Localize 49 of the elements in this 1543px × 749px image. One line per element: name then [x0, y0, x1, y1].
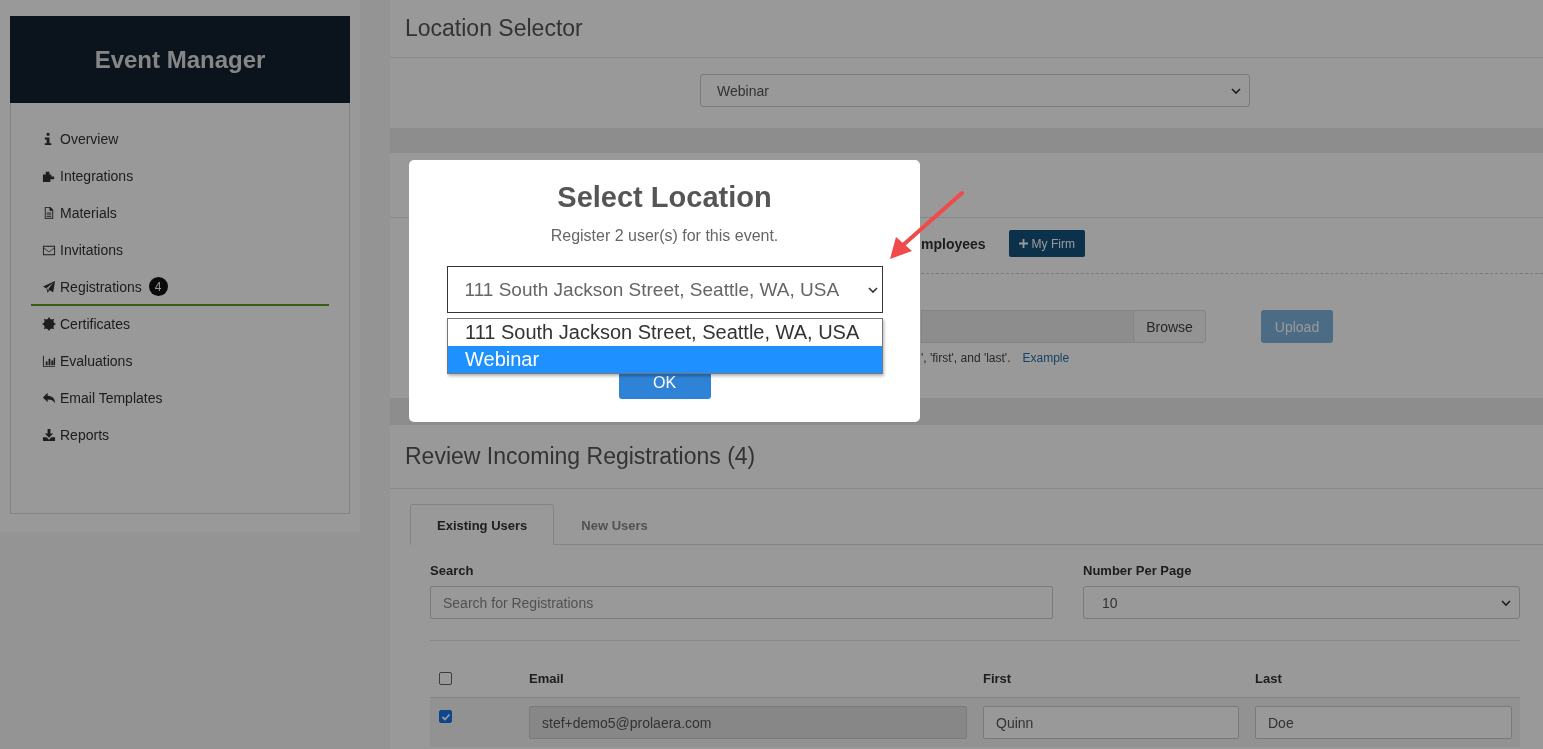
sidebar-item[interactable]: Integrations — [31, 158, 329, 195]
nav-icon — [42, 353, 56, 368]
select-all-checkbox[interactable] — [439, 671, 452, 685]
chevron-down-icon — [1231, 85, 1241, 96]
email-field[interactable]: stef+demo5@prolaera.com — [529, 706, 967, 739]
sidebar-item[interactable]: Email Templates — [31, 380, 329, 417]
modal-title: Select Location — [557, 181, 772, 214]
dropdown-option[interactable]: Webinar — [448, 346, 882, 373]
column-header: First — [983, 671, 1012, 686]
panel-title: Review Incoming Registrations (4) — [405, 443, 756, 470]
nav-icon — [42, 390, 56, 405]
per-page-select[interactable]: 10 — [1083, 586, 1520, 619]
column-header: Email — [529, 671, 564, 686]
app-title: Event Manager — [10, 16, 350, 103]
panel-title: Location Selector — [405, 15, 583, 42]
location-select[interactable]: Webinar — [700, 74, 1250, 107]
employees-label: mployees — [921, 235, 986, 252]
sidebar-item[interactable]: Registrations 4 — [31, 269, 329, 306]
tab[interactable]: Existing Users — [410, 504, 555, 545]
field-label: Number Per Page — [1083, 563, 1193, 578]
sidebar-item[interactable]: Evaluations — [31, 343, 329, 380]
sidebar-item[interactable]: Certificates — [31, 306, 329, 343]
nav-icon — [42, 279, 56, 294]
chevron-down-icon — [1501, 597, 1511, 608]
search-field[interactable]: Search for Registrations — [430, 586, 1053, 619]
dropdown-option[interactable]: 111 South Jackson Street, Seattle, WA, USA — [448, 319, 882, 346]
chevron-down-icon — [867, 284, 878, 295]
browse-button[interactable]: Browse — [1133, 310, 1206, 343]
row-checkbox[interactable] — [439, 710, 452, 723]
hint-text: ', 'first', and 'last'. — [921, 351, 1011, 365]
last-name-field[interactable]: Doe — [1255, 706, 1512, 739]
nav-icon — [42, 316, 56, 331]
field-label: Search — [430, 563, 475, 578]
check-icon — [440, 711, 451, 722]
modal-subtitle: Register 2 user(s) for this event. — [550, 227, 779, 245]
first-name-field[interactable]: Quinn — [983, 706, 1239, 739]
sidebar-item[interactable]: Reports — [31, 417, 329, 454]
location-select[interactable]: 111 South Jackson Street, Seattle, WA, USA — [446, 266, 883, 313]
nav-icon — [42, 427, 56, 442]
sidebar-item[interactable]: Invitations — [31, 232, 329, 269]
example-link[interactable]: Example — [1022, 351, 1070, 365]
nav-icon — [42, 205, 56, 220]
count-badge: 4 — [148, 277, 168, 296]
plus-icon — [1018, 239, 1028, 248]
file-field[interactable] — [921, 310, 1133, 343]
my-firm-button[interactable]: My Firm — [1008, 230, 1085, 257]
column-header: Last — [1255, 671, 1282, 686]
sidebar-item[interactable]: Materials — [31, 195, 329, 232]
sidebar-item[interactable]: Overview — [31, 121, 329, 158]
